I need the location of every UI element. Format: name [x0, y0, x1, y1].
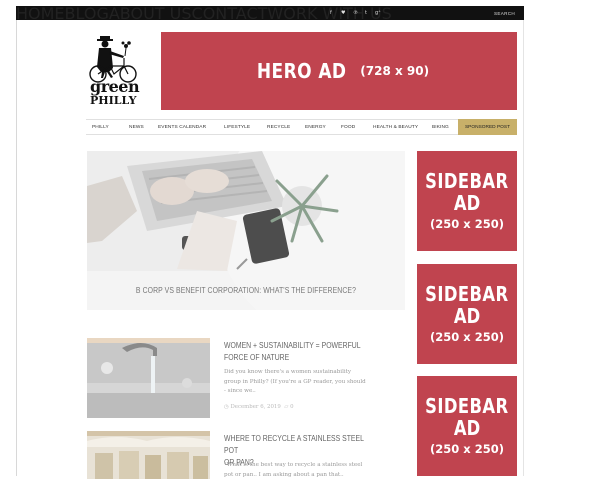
facebook-icon[interactable]: f	[330, 10, 332, 16]
topnav-about-us[interactable]: ABOUT US	[109, 4, 192, 23]
sidebar-ad-label-ad: AD	[453, 191, 481, 215]
article-title[interactable]: WOMEN + SUSTAINABILITY = POWERFUL FORCE …	[224, 340, 375, 364]
article-excerpt: Did you know there's a women sustainabil…	[224, 368, 372, 397]
sidebar-ad-size: (250 x 250)	[430, 442, 504, 456]
article-thumbnail-image	[87, 338, 210, 418]
nav-food[interactable]: FOOD	[341, 125, 355, 130]
article-excerpt-line: - since we..	[224, 388, 256, 394]
search-link[interactable]: SEARCH	[494, 11, 515, 16]
topnav-blog[interactable]: BLOG	[65, 4, 109, 23]
topnav-home[interactable]: HOME	[16, 4, 65, 23]
sidebar-ad-label: SIDEBAR	[425, 169, 509, 193]
hero-ad-banner[interactable]: HERO AD (728 x 90)	[161, 32, 517, 110]
hero-ad-label: HERO AD	[256, 59, 347, 83]
topnav-contact[interactable]: CONTACT	[192, 4, 268, 23]
sidebar-ad-3[interactable]: SIDEBAR AD (250 x 250)	[417, 376, 517, 476]
article-excerpt-line: "What is the best way to recycle a stain…	[224, 462, 363, 468]
clock-icon: ◷	[224, 404, 229, 410]
googleplus-icon[interactable]: g⁺	[375, 10, 381, 16]
article-excerpt-line: Did you know there's a women sustainabil…	[224, 369, 352, 375]
nav-recycle[interactable]: RECYCLE	[267, 125, 290, 130]
comment-count[interactable]: 0	[290, 404, 293, 410]
article-title-line: FORCE OF NATURE	[224, 353, 290, 362]
hero-ad-size: (728 x 90)	[360, 64, 430, 78]
article-thumbnail[interactable]	[87, 338, 210, 418]
article-date: December 6, 2019	[230, 404, 281, 410]
top-bar: HOME BLOG ABOUT US CONTACT WORK WITH US …	[16, 4, 524, 23]
nav-sponsored-post[interactable]: SPONSORED POST	[458, 119, 517, 135]
featured-post[interactable]: B CORP VS BENEFIT CORPORATION: WHAT'S TH…	[87, 151, 405, 310]
logo-wordmark-green: green	[90, 77, 140, 96]
tumblr-icon[interactable]: t	[365, 10, 367, 16]
nav-news[interactable]: NEWS	[129, 125, 144, 130]
sidebar-ad-size: (250 x 250)	[430, 217, 504, 231]
main-nav: PHILLY NEWS EVENTS CALENDAR LIFESTYLE RE…	[86, 119, 517, 135]
nav-biking[interactable]: BIKING	[432, 125, 449, 130]
logo-wordmark-philly: PHILLY	[90, 94, 137, 107]
twitter-icon[interactable]: ♥	[341, 10, 345, 16]
sidebar-ad-label-ad: AD	[453, 304, 481, 328]
comment-icon[interactable]: ▱	[284, 404, 288, 410]
article-thumbnail-image	[87, 431, 210, 479]
pinterest-icon[interactable]: ℗	[353, 10, 358, 16]
article-title-line: WHERE TO RECYCLE A STAINLESS STEEL POT	[224, 434, 364, 455]
nav-lifestyle[interactable]: LIFESTYLE	[224, 125, 250, 130]
sidebar-ad-label-ad: AD	[453, 416, 481, 440]
sidebar-ad-size: (250 x 250)	[430, 330, 504, 344]
nav-energy[interactable]: ENERGY	[305, 125, 326, 130]
nav-philly[interactable]: PHILLY	[92, 125, 109, 130]
featured-post-caption: B CORP VS BENEFIT CORPORATION: WHAT'S TH…	[87, 271, 405, 310]
nav-health-beauty[interactable]: HEALTH & BEAUTY	[373, 125, 418, 130]
article-excerpt-line: group in Philly? (If you're a GP reader,…	[224, 378, 366, 385]
sidebar-ad-label: SIDEBAR	[425, 282, 509, 306]
nav-events-calendar[interactable]: EVENTS CALENDAR	[158, 125, 206, 130]
article-title-line: WOMEN + SUSTAINABILITY = POWERFUL	[224, 341, 361, 350]
article-excerpt: "What is the best way to recycle a stain…	[224, 461, 372, 480]
sidebar-ad-1[interactable]: SIDEBAR AD (250 x 250)	[417, 151, 517, 251]
article-meta: ◷ December 6, 2019 ▱ 0	[224, 404, 294, 410]
article-thumbnail[interactable]	[87, 431, 210, 479]
featured-post-title[interactable]: B CORP VS BENEFIT CORPORATION: WHAT'S TH…	[136, 286, 356, 295]
article-excerpt-line: pot or pan.. I am asking about a pan tha…	[224, 471, 344, 478]
page-frame-right	[523, 6, 524, 476]
page-frame-left	[16, 6, 17, 476]
sidebar-ad-label: SIDEBAR	[425, 394, 509, 418]
sidebar-ad-2[interactable]: SIDEBAR AD (250 x 250)	[417, 264, 517, 364]
